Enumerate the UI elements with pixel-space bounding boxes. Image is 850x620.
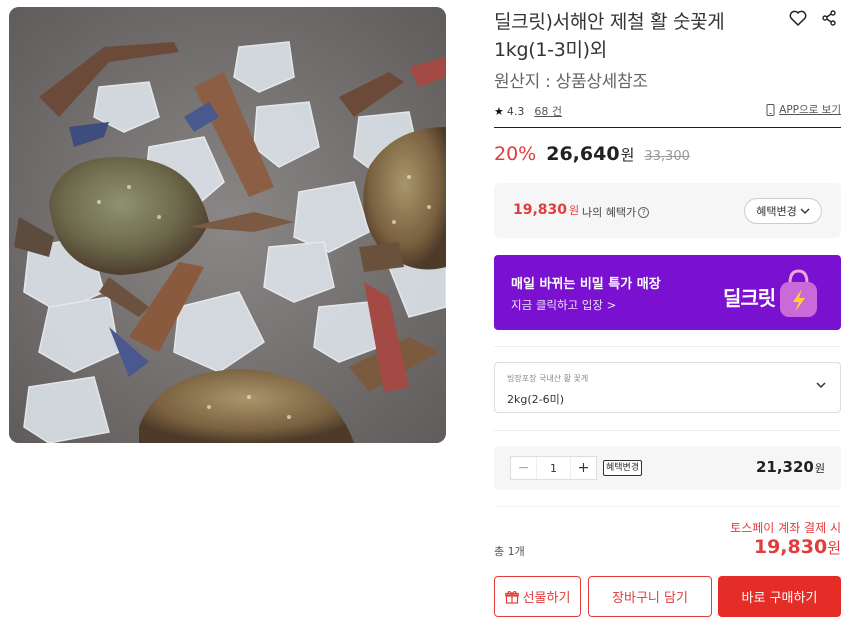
quantity-value[interactable]: 1 — [536, 457, 571, 479]
phone-icon — [766, 103, 775, 116]
separator — [494, 506, 841, 507]
total-price-value: 19,830 — [753, 536, 828, 558]
app-link[interactable]: APP으로 보기 — [766, 102, 841, 117]
price-row: 20% 26,640 원 33,300 — [494, 143, 690, 171]
rating-row: ★ 4.3 68 건 APP으로 보기 — [494, 102, 841, 120]
quantity-decrease-button[interactable]: − — [511, 457, 536, 479]
gift-icon — [504, 590, 519, 604]
product-title: 딜크릿)서해안 제철 활 숫꽃게 1kg(1-3미)외 — [494, 11, 725, 61]
benefit-label: 나의 혜택가 ? — [582, 204, 650, 220]
quantity-benefit-tag[interactable]: 혜택변경 — [603, 460, 643, 476]
share-icon[interactable] — [819, 8, 839, 28]
total-price: 19,830원 — [754, 536, 841, 558]
promo-banner[interactable]: 매일 바뀌는 비밀 특가 매장 지금 클릭하고 입장 > 딜크릿 — [494, 255, 841, 330]
benefit-change-button[interactable]: 혜택변경 — [744, 198, 822, 224]
gift-button-label: 선물하기 — [522, 591, 571, 606]
benefit-label-text: 나의 혜택가 — [582, 206, 637, 219]
separator — [494, 346, 841, 347]
discount-rate: 20% — [494, 143, 537, 165]
chevron-down-icon — [816, 382, 826, 389]
item-price: 21,320원 — [756, 458, 825, 476]
star-icon: ★ — [494, 104, 504, 118]
original-price: 33,300 — [644, 149, 690, 164]
toss-pay-note: 토스페이 계좌 결제 시 — [730, 521, 841, 535]
benefit-price: 19,830 원 — [513, 202, 579, 218]
benefit-price-value: 19,830 — [513, 202, 568, 218]
quantity-box: − 1 + 혜택변경 21,320원 — [494, 446, 841, 490]
product-image — [9, 7, 446, 443]
info-icon[interactable]: ? — [638, 206, 650, 218]
rating-value: 4.3 — [506, 104, 525, 118]
item-price-value: 21,320 — [755, 458, 814, 476]
separator — [494, 430, 841, 431]
sale-price: 26,640 — [546, 143, 620, 165]
cart-button[interactable]: 장바구니 담기 — [588, 576, 712, 617]
gift-button[interactable]: 선물하기 — [494, 576, 581, 617]
product-info-panel: 딜크릿)서해안 제철 활 숫꽃게 1kg(1-3미)외 원산지 : 상품상세참조… — [494, 0, 841, 620]
shopping-bag-icon — [780, 269, 817, 317]
option-label: 빙장포장 국내산 활 꽃게 — [507, 374, 589, 383]
divider — [494, 127, 841, 128]
promo-subtitle: 지금 클릭하고 입장 > — [511, 298, 617, 312]
total-count: 총 1개 — [494, 545, 525, 558]
benefit-box: 19,830 원 나의 혜택가 ? 혜택변경 — [494, 183, 841, 238]
review-count-link[interactable]: 68 건 — [534, 103, 562, 119]
promo-title: 매일 바뀌는 비밀 특가 매장 — [511, 277, 661, 292]
quantity-stepper: − 1 + — [510, 456, 597, 480]
option-select[interactable]: 빙장포장 국내산 활 꽃게 2kg(2-6미) — [494, 362, 841, 413]
benefit-price-currency: 원 — [569, 204, 580, 217]
app-link-label: APP으로 보기 — [779, 104, 841, 116]
promo-logo: 딜크릿 — [723, 286, 776, 310]
sale-price-currency: 원 — [620, 146, 635, 164]
option-value: 2kg(2-6미) — [507, 393, 565, 406]
benefit-change-label: 혜택변경 — [756, 205, 797, 218]
total-price-currency: 원 — [827, 539, 841, 557]
chevron-down-icon — [800, 208, 810, 214]
item-price-currency: 원 — [814, 462, 825, 475]
buy-now-button[interactable]: 바로 구매하기 — [718, 576, 841, 617]
quantity-increase-button[interactable]: + — [571, 457, 596, 479]
product-origin: 원산지 : 상품상세참조 — [494, 72, 648, 92]
heart-icon[interactable] — [788, 8, 808, 28]
